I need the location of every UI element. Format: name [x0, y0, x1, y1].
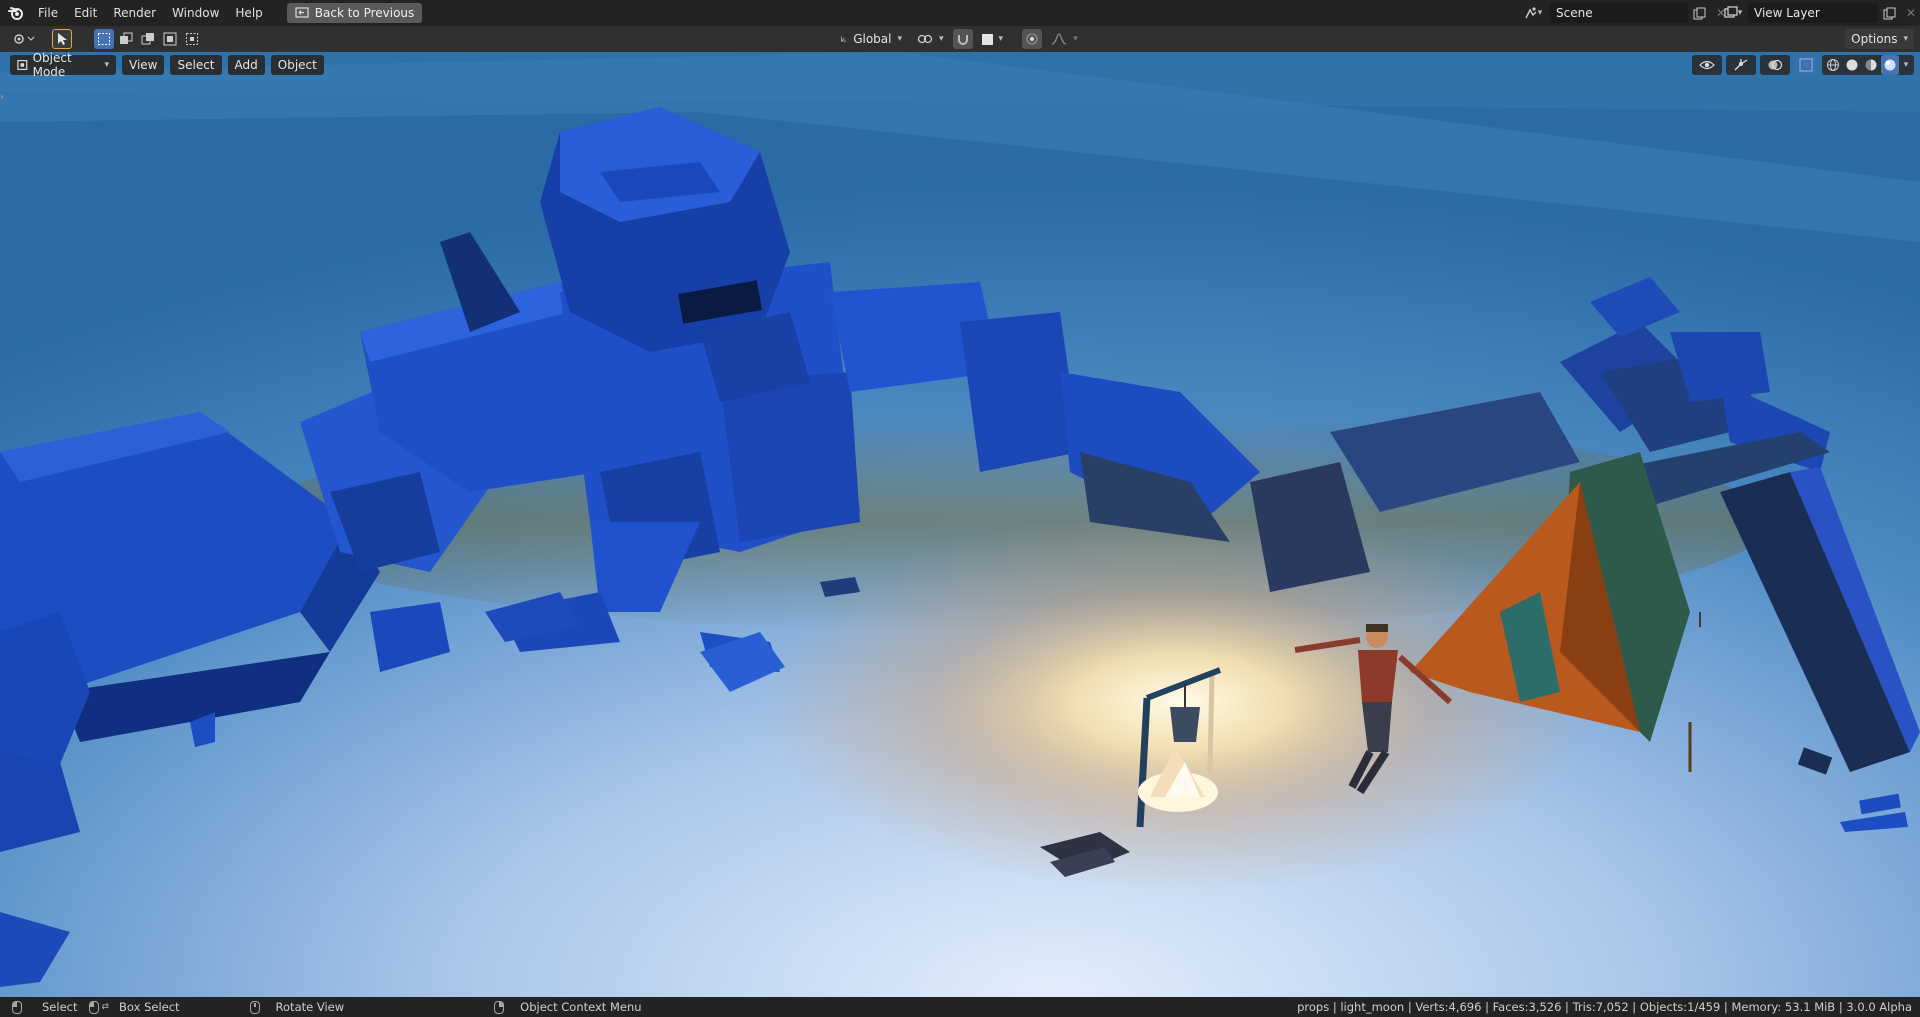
object-menu[interactable]: Object — [270, 55, 324, 75]
scene-name-value: Scene — [1556, 6, 1593, 20]
falloff-curve-icon — [1051, 33, 1067, 45]
menu-edit[interactable]: Edit — [66, 2, 105, 24]
view-layer-icon[interactable]: ▾ — [1722, 3, 1744, 23]
wireframe-shading-icon[interactable] — [1824, 55, 1842, 75]
menu-help[interactable]: Help — [227, 2, 270, 24]
menu-render[interactable]: Render — [105, 2, 164, 24]
select-subtract-icon[interactable] — [138, 29, 158, 49]
status-context-menu-label: Object Context Menu — [520, 1000, 642, 1014]
viewport-scene-render — [0, 52, 1920, 997]
viewport-header: Object Mode ▾ View Select Add Object — [10, 52, 324, 79]
object-mode-value: Object Mode — [32, 52, 72, 79]
toolbar-collapse-arrow-icon[interactable]: › — [0, 92, 8, 106]
mouse-right-icon — [494, 1000, 505, 1014]
mouse-drag-icon — [89, 1000, 100, 1014]
tool-header: Global ▾ ▾ ▾ ▾ Options ▾ — [0, 26, 1920, 53]
options-dropdown[interactable]: Options ▾ — [1845, 29, 1914, 49]
pivot-point-icon — [917, 34, 933, 44]
editor-type-icon[interactable] — [10, 29, 38, 49]
xray-toggle-icon[interactable] — [1794, 55, 1818, 75]
status-rotate-view-hint: Rotate View — [249, 1000, 345, 1014]
snap-toggle-icon[interactable] — [952, 29, 973, 49]
top-menu-bar: File Edit Render Window Help Back to Pre… — [0, 0, 1920, 26]
transform-orientation-dropdown[interactable]: Global ▾ — [834, 29, 908, 49]
object-menu-label: Object — [277, 58, 317, 72]
snap-increment-icon — [981, 33, 993, 45]
mouse-middle-icon — [249, 1000, 260, 1014]
select-tool-cursor-icon[interactable] — [52, 29, 72, 49]
new-view-layer-icon[interactable] — [1878, 3, 1900, 23]
blender-logo-icon[interactable] — [6, 3, 26, 23]
status-rotate-view-label: Rotate View — [275, 1000, 345, 1014]
delete-view-layer-icon[interactable]: ✕ — [1900, 3, 1920, 23]
select-menu[interactable]: Select — [170, 55, 222, 75]
add-menu[interactable]: Add — [227, 55, 265, 75]
overlays-toggle-icon[interactable] — [1760, 55, 1790, 75]
3d-viewport[interactable]: › Object Mode ▾ View Select Add Object ▾ — [0, 52, 1920, 997]
object-mode-icon — [17, 60, 28, 70]
select-menu-label: Select — [177, 58, 215, 72]
visibility-eye-icon[interactable] — [1692, 55, 1722, 75]
proportional-falloff-dropdown[interactable]: ▾ — [1048, 29, 1081, 49]
solid-shading-icon[interactable] — [1843, 55, 1861, 75]
selection-mode-group — [94, 29, 202, 49]
snap-target-dropdown[interactable]: ▾ — [979, 29, 1007, 49]
back-to-previous-label: Back to Previous — [314, 6, 415, 20]
view-layer-name-field[interactable]: View Layer — [1748, 3, 1878, 23]
scene-selector: ▾ Scene ✕ — [1522, 2, 1732, 24]
menu-file[interactable]: File — [30, 2, 66, 24]
new-scene-icon[interactable] — [1688, 3, 1710, 23]
add-menu-label: Add — [234, 58, 258, 72]
status-bar: Select ⇄ Box Select Rotate View Object C… — [0, 997, 1920, 1017]
pivot-point-dropdown[interactable]: ▾ — [914, 29, 947, 49]
select-new-icon[interactable] — [94, 29, 114, 49]
status-box-select-label: Box Select — [119, 1000, 180, 1014]
menu-window[interactable]: Window — [164, 2, 227, 24]
back-to-previous-button[interactable]: Back to Previous — [286, 3, 423, 23]
view-menu[interactable]: View — [122, 55, 165, 75]
transform-orientation-value: Global — [853, 32, 892, 46]
select-extend-icon[interactable] — [116, 29, 136, 49]
status-context-menu-hint: Object Context Menu — [494, 1000, 642, 1014]
options-label: Options — [1851, 32, 1898, 46]
select-invert-icon[interactable] — [160, 29, 180, 49]
gizmo-toggle-icon[interactable] — [1726, 55, 1756, 75]
scene-name-field[interactable]: Scene — [1550, 3, 1688, 23]
view-layer-name-value: View Layer — [1754, 6, 1820, 20]
scene-icon[interactable]: ▾ — [1522, 3, 1544, 23]
orientation-axes-icon — [841, 36, 847, 42]
shading-options-chevron-icon[interactable]: ▾ — [1900, 55, 1912, 75]
viewport-shading-controls: ▾ — [1692, 55, 1914, 75]
view-layer-selector: ▾ View Layer ✕ — [1722, 2, 1920, 24]
rendered-shading-icon[interactable] — [1881, 55, 1899, 75]
status-select-hint: Select — [12, 1000, 77, 1014]
mouse-left-icon — [12, 1000, 22, 1014]
view-menu-label: View — [129, 58, 158, 72]
scene-statistics: props | light_moon | Verts:4,696 | Faces… — [1297, 1000, 1912, 1014]
select-intersect-icon[interactable] — [182, 29, 202, 49]
status-select-label: Select — [42, 1000, 78, 1014]
status-box-select-hint: ⇄ Box Select — [89, 1000, 180, 1014]
screen-back-icon — [295, 7, 309, 18]
proportional-editing-icon[interactable] — [1022, 29, 1043, 49]
object-mode-dropdown[interactable]: Object Mode ▾ — [10, 52, 116, 79]
shading-mode-group: ▾ — [1822, 55, 1914, 75]
material-preview-icon[interactable] — [1862, 55, 1880, 75]
